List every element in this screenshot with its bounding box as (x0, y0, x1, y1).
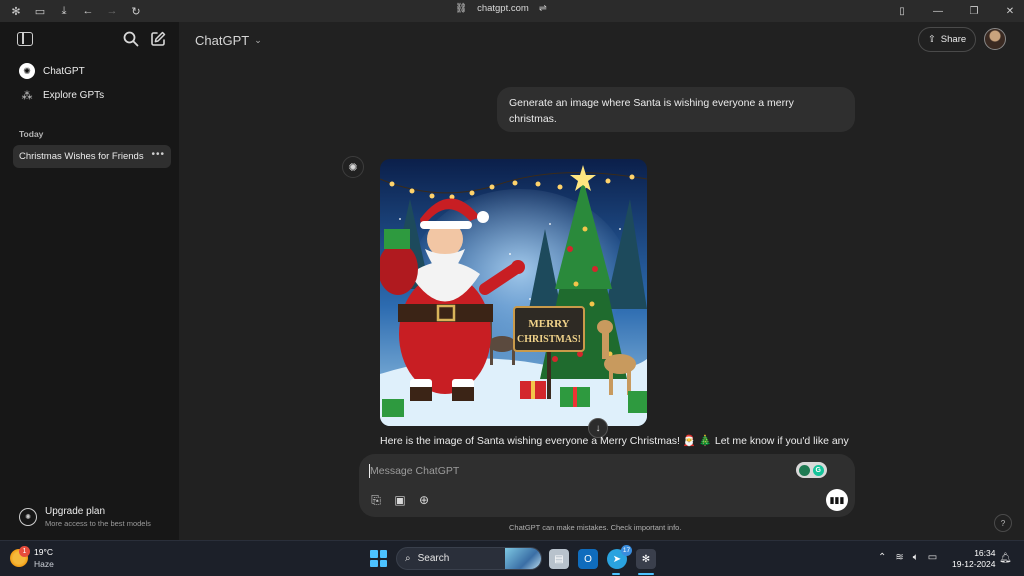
telegram-running-indicator (612, 573, 620, 575)
chat-history-item[interactable]: Christmas Wishes for Friends ••• (13, 145, 171, 168)
browser-app-icon[interactable]: ✻ (636, 549, 656, 569)
tools-icon[interactable]: ▣ (391, 491, 409, 509)
sidebar-item-label: Explore GPTs (43, 89, 105, 101)
tab-panel-icon[interactable]: ▭ (30, 2, 50, 20)
model-selector[interactable]: ChatGPT ⌄ (195, 33, 262, 48)
sidebar-item-label: ChatGPT (43, 65, 85, 77)
share-icon: ⇪ (927, 34, 936, 45)
browser-profile-icon[interactable]: ✻ (6, 2, 26, 20)
windows-taskbar: 1 19°C Haze ⌕ Search ▤ O ➤ 17 ✻ ⌃ ≋ 🔈︎ ▭… (0, 540, 1024, 576)
upgrade-icon: ✺ (19, 508, 37, 526)
taskbar-search-label: Search (417, 553, 450, 564)
sign-text-line2: CHRISTMAS! (517, 334, 581, 345)
upgrade-plan-button[interactable]: ✺ Upgrade plan More access to the best m… (13, 502, 171, 532)
taskbar-search[interactable]: ⌕ Search (396, 547, 542, 570)
search-icon[interactable] (122, 30, 140, 48)
split-view-icon[interactable]: ▯ (892, 2, 912, 20)
chat-title: Christmas Wishes for Friends (19, 151, 144, 162)
download-icon[interactable]: ⤓ (54, 2, 74, 20)
audio-waveform-icon: ▮▮▮ (829, 494, 845, 505)
site-settings-icon[interactable]: ⇌ (539, 3, 547, 14)
reload-icon[interactable]: ↻ (126, 2, 146, 20)
sidebar-header (0, 22, 179, 58)
sidebar-item-chatgpt[interactable]: ✺ ChatGPT (13, 60, 171, 82)
weather-widget[interactable]: 1 19°C Haze (10, 546, 54, 569)
more-options-icon[interactable]: ••• (151, 149, 165, 160)
assistant-avatar-icon: ✺ (342, 156, 364, 178)
outlook-icon[interactable]: O (578, 549, 598, 569)
volume-icon[interactable]: 🔈︎ (913, 552, 919, 563)
share-label: Share (940, 34, 967, 45)
restore-icon[interactable]: ❐ (964, 2, 984, 20)
notification-bell-icon[interactable]: 🔔︎ (999, 553, 1012, 565)
section-label-today: Today (19, 129, 44, 139)
assistant-message: Here is the image of Santa wishing every… (380, 435, 849, 447)
browser-toolbar: ✻ ▭ ⤓ ← → ↻ ⛓ chatgpt.com ⇌ ▯ — ❐ ✕ (0, 0, 1024, 22)
taskbar-clock[interactable]: 16:34 19-12-2024 (952, 548, 995, 570)
browser-active-indicator (638, 573, 654, 575)
sidebar: ✺ ChatGPT ⁂ Explore GPTs Today Christmas… (0, 22, 179, 540)
disclaimer: ChatGPT can make mistakes. Check importa… (509, 523, 682, 532)
back-arrow-icon[interactable]: ← (78, 2, 98, 20)
sidebar-toggle-icon[interactable] (17, 32, 33, 46)
start-button-icon[interactable] (370, 550, 387, 567)
sun-haze-icon: 1 (10, 546, 30, 567)
clock-date: 19-12-2024 (952, 559, 996, 569)
upgrade-title: Upgrade plan (45, 506, 106, 517)
attach-icon[interactable]: ⎘ (367, 491, 385, 509)
link-icon: ⛓ (455, 3, 468, 14)
model-name: ChatGPT (195, 33, 250, 48)
message-composer: G ⎘ ▣ ⊕ ▮▮▮ (359, 454, 855, 517)
sidebar-item-explore-gpts[interactable]: ⁂ Explore GPTs (13, 84, 171, 106)
new-chat-icon[interactable] (149, 30, 167, 48)
sign-text-line1: MERRY (528, 318, 569, 330)
minimize-icon[interactable]: — (928, 2, 948, 20)
search-icon: ⌕ (405, 553, 411, 564)
grammarly-badge-icon[interactable]: G (796, 462, 827, 478)
clock-time: 16:34 (974, 548, 996, 558)
weather-condition: Haze (34, 559, 54, 569)
task-view-icon[interactable]: ▤ (549, 549, 569, 569)
grid-icon: ⁂ (21, 89, 33, 102)
forward-arrow-icon[interactable]: → (102, 2, 122, 20)
address-bar[interactable]: ⛓ chatgpt.com ⇌ (455, 3, 547, 14)
telegram-icon[interactable]: ➤ 17 (607, 545, 632, 569)
notification-badge: 1 (19, 546, 30, 557)
help-button[interactable]: ? (994, 514, 1012, 532)
chevron-up-icon[interactable]: ⌃ (878, 552, 886, 563)
battery-icon[interactable]: ▭ (928, 552, 937, 563)
weather-temp: 19°C (34, 547, 53, 557)
globe-icon[interactable]: ⊕ (415, 491, 433, 509)
main-chat-area: ChatGPT ⌄ ⇪ Share Generate an image wher… (179, 22, 1024, 540)
openai-logo-icon: ✺ (19, 63, 35, 79)
generated-image[interactable]: MERRY CHRISTMAS! (380, 159, 647, 426)
address-bar-url: chatgpt.com (477, 3, 529, 14)
close-window-icon[interactable]: ✕ (1000, 2, 1020, 20)
user-message: Generate an image where Santa is wishing… (497, 87, 855, 132)
chevron-down-icon: ⌄ (254, 35, 262, 45)
message-input[interactable] (370, 462, 770, 480)
voice-mode-button[interactable]: ▮▮▮ (826, 489, 848, 511)
avatar[interactable] (984, 28, 1006, 50)
wifi-icon[interactable]: ≋ (895, 552, 903, 563)
share-button[interactable]: ⇪ Share (918, 27, 976, 52)
telegram-unread-badge: 17 (621, 545, 632, 556)
upgrade-subtitle: More access to the best models (45, 519, 151, 528)
system-tray: ⌃ ≋ 🔈︎ ▭ (878, 552, 937, 563)
search-highlight-icon (505, 548, 541, 569)
grammarly-bulb-icon (799, 464, 811, 476)
grammarly-logo-icon: G (812, 464, 824, 476)
